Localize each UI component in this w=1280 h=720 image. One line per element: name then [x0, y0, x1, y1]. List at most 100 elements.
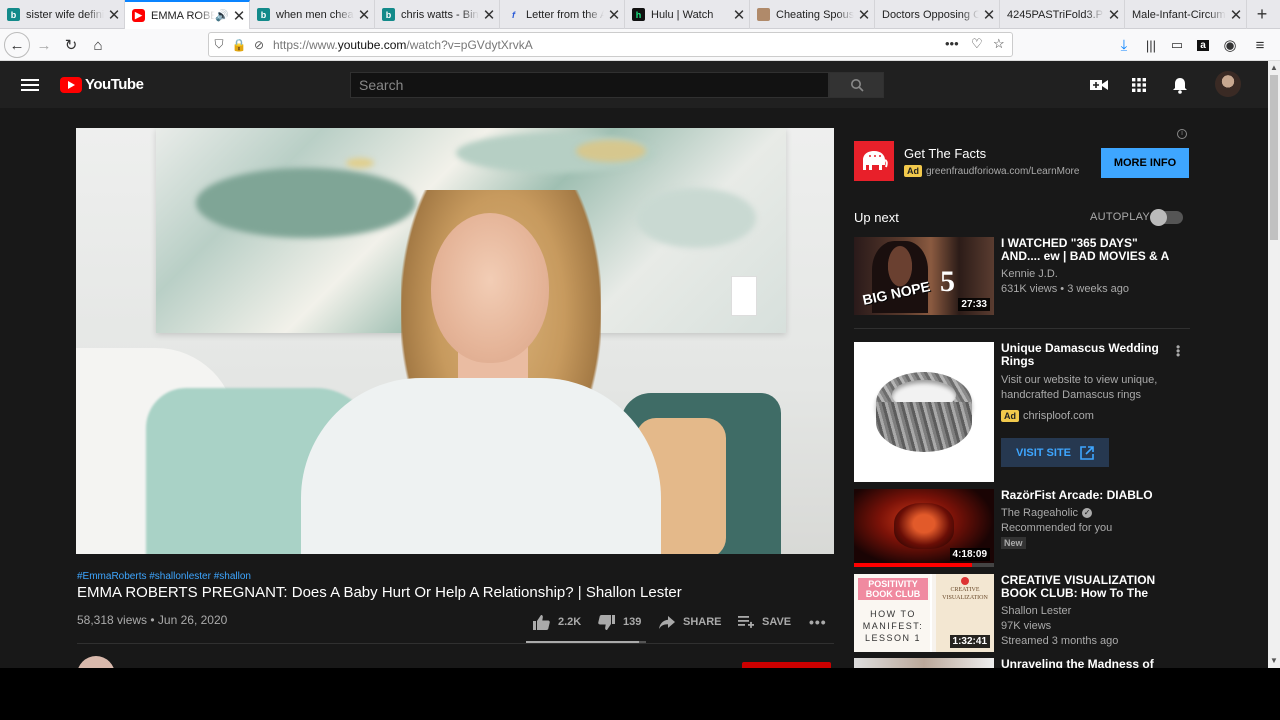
browser-tab[interactable]: b when men cheat ✕: [250, 0, 375, 29]
close-tab-icon[interactable]: ✕: [604, 6, 624, 24]
new-tab-icon[interactable]: +: [1247, 0, 1277, 29]
up-next-video[interactable]: POSITIVITY BOOK CLUB HOW TO MANIFEST: LE…: [854, 574, 1194, 654]
close-tab-icon[interactable]: ✕: [729, 6, 749, 24]
download-icon[interactable]: ⤓: [1114, 29, 1134, 61]
close-tab-icon[interactable]: ✕: [1104, 6, 1124, 24]
up-next-label: Up next: [854, 210, 899, 225]
video-title[interactable]: Unraveling the Madness of: [1001, 658, 1169, 668]
youtube-logo[interactable]: YouTube: [60, 76, 144, 93]
video-title[interactable]: I WATCHED "365 DAYS" AND.... ew | BAD MO…: [1001, 237, 1169, 264]
forward-icon[interactable]: →: [34, 29, 54, 61]
video-title: EMMA ROBERTS PREGNANT: Does A Baby Hurt …: [77, 584, 682, 601]
video-title[interactable]: RazörFist Arcade: DIABLO: [1001, 489, 1169, 503]
pocket-icon[interactable]: ♡: [971, 36, 983, 52]
browser-tab[interactable]: Male-Infant-Circumc ✕: [1125, 0, 1247, 29]
autoplay-blocked-icon[interactable]: ⊘: [249, 38, 269, 52]
hamburger-menu-icon[interactable]: [21, 79, 39, 91]
close-tab-icon[interactable]: ✕: [229, 7, 249, 25]
reload-icon[interactable]: ↻: [61, 29, 81, 61]
scrollbar-thumb[interactable]: [1270, 75, 1278, 240]
browser-tab[interactable]: h Hulu | Watch ✕: [625, 0, 750, 29]
youtube-icon: ▶: [132, 9, 145, 22]
dislike-button[interactable]: 139: [598, 614, 641, 630]
browser-tab[interactable]: Cheating Spouse ✕: [750, 0, 875, 29]
home-icon[interactable]: ⌂: [88, 29, 108, 61]
video-meta: Recommended for you: [1001, 522, 1113, 534]
search-input[interactable]: Search: [350, 72, 829, 98]
speaker-icon[interactable]: 🔊: [215, 9, 229, 22]
video-views-date: 58,318 views • Jun 26, 2020: [77, 613, 228, 627]
close-tab-icon[interactable]: ✕: [354, 6, 374, 24]
ad-title[interactable]: Unique Damascus Wedding Rings: [1001, 342, 1169, 369]
url-text: https://www.youtube.com/watch?v=pGVdytXr…: [273, 37, 533, 52]
shield-icon[interactable]: ⛉: [209, 37, 229, 52]
page-actions-icon[interactable]: •••: [945, 36, 959, 51]
like-button[interactable]: 2.2K: [533, 614, 581, 630]
up-next-video[interactable]: 4:18:09 RazörFist Arcade: DIABLO The Rag…: [854, 489, 1194, 569]
subscribe-button[interactable]: [742, 662, 831, 668]
channel-line: The Rageaholic ✓: [1001, 507, 1093, 519]
info-icon[interactable]: i: [1177, 129, 1187, 139]
video-thumbnail[interactable]: BIG NOPE 5 27:33: [854, 237, 994, 315]
scroll-up-icon[interactable]: ▲: [1270, 63, 1278, 72]
browser-tab[interactable]: f Letter from the A ✕: [500, 0, 625, 29]
browser-tab[interactable]: Doctors Opposing C ✕: [875, 0, 1000, 29]
autoplay-toggle[interactable]: [1150, 209, 1183, 226]
channel-name[interactable]: Shallon Lester: [1001, 605, 1071, 617]
thumbnail-text: POSITIVITY BOOK CLUB: [858, 578, 928, 600]
account-icon[interactable]: ◉: [1220, 29, 1240, 61]
more-info-button[interactable]: MORE INFO: [1101, 148, 1189, 178]
video-hashtags[interactable]: #EmmaRoberts #shallonlester #shallon: [77, 571, 251, 582]
video-frame: [731, 276, 757, 316]
video-meta: Streamed 3 months ago: [1001, 635, 1119, 647]
close-tab-icon[interactable]: ✕: [854, 6, 874, 24]
video-thumbnail[interactable]: POSITIVITY BOOK CLUB HOW TO MANIFEST: LE…: [854, 574, 994, 652]
notifications-bell-icon[interactable]: [1170, 75, 1190, 95]
save-button[interactable]: SAVE: [738, 614, 791, 630]
search-button[interactable]: [829, 72, 884, 98]
video-title[interactable]: CREATIVE VISUALIZATION BOOK CLUB: How To…: [1001, 574, 1169, 601]
create-video-icon[interactable]: [1089, 75, 1109, 95]
thumbnail-text: HOW TO MANIFEST: LESSON 1: [862, 609, 924, 643]
library-icon[interactable]: |||: [1141, 29, 1161, 61]
menu-icon[interactable]: ≡: [1250, 29, 1270, 61]
sidebar-icon[interactable]: ▭: [1167, 29, 1187, 61]
close-tab-icon[interactable]: ✕: [479, 6, 499, 24]
bookmark-star-icon[interactable]: ☆: [993, 36, 1005, 52]
back-icon[interactable]: ←: [4, 32, 30, 58]
scroll-down-icon[interactable]: ▼: [1270, 656, 1278, 665]
browser-tab[interactable]: b chris watts - Bing ✕: [375, 0, 500, 29]
up-next-video[interactable]: BIG NOPE 5 27:33 I WATCHED "365 DAYS" AN…: [854, 237, 1194, 317]
verified-check-icon: ✓: [1082, 508, 1093, 518]
lock-icon[interactable]: 🔒: [229, 38, 249, 52]
close-tab-icon[interactable]: ✕: [1226, 6, 1246, 24]
close-tab-icon[interactable]: ✕: [979, 6, 999, 24]
bing-icon: b: [257, 8, 270, 21]
save-playlist-icon: [738, 616, 754, 628]
video-thumbnail[interactable]: [854, 658, 994, 668]
ring-ad-image[interactable]: [854, 342, 994, 482]
up-next-video[interactable]: Unraveling the Madness of: [854, 658, 1194, 668]
video-player[interactable]: [76, 128, 834, 554]
video-frame: [301, 378, 661, 554]
channel-name[interactable]: Kennie J.D.: [1001, 268, 1058, 280]
video-thumbnail[interactable]: 4:18:09: [854, 489, 994, 567]
more-actions-icon[interactable]: •••: [809, 614, 827, 630]
amazon-icon[interactable]: a: [1193, 29, 1213, 61]
share-button[interactable]: SHARE: [659, 614, 722, 630]
visit-site-button[interactable]: VISIT SITE: [1001, 438, 1109, 467]
browser-tab-active[interactable]: ▶ EMMA ROBE 🔊 ✕: [125, 0, 250, 29]
channel-avatar[interactable]: [77, 656, 115, 668]
url-bar[interactable]: ⛉ 🔒 ⊘ https://www.youtube.com/watch?v=pG…: [208, 32, 1013, 57]
browser-tab[interactable]: b sister wife defini ✕: [0, 0, 125, 29]
apps-icon[interactable]: [1129, 75, 1149, 95]
user-avatar[interactable]: [1215, 71, 1241, 97]
elephant-logo-icon[interactable]: [854, 141, 894, 181]
close-tab-icon[interactable]: ✕: [104, 6, 124, 24]
page-scrollbar[interactable]: ▲ ▼: [1268, 61, 1280, 668]
external-link-icon: [1080, 445, 1094, 460]
more-options-icon[interactable]: • • •: [1176, 341, 1180, 361]
sidebar-ad-rings[interactable]: Unique Damascus Wedding Rings Visit our …: [854, 342, 1194, 482]
ad-title[interactable]: Get The Facts: [904, 146, 986, 161]
browser-tab[interactable]: 4245PASTriFold3.PM ✕: [1000, 0, 1125, 29]
